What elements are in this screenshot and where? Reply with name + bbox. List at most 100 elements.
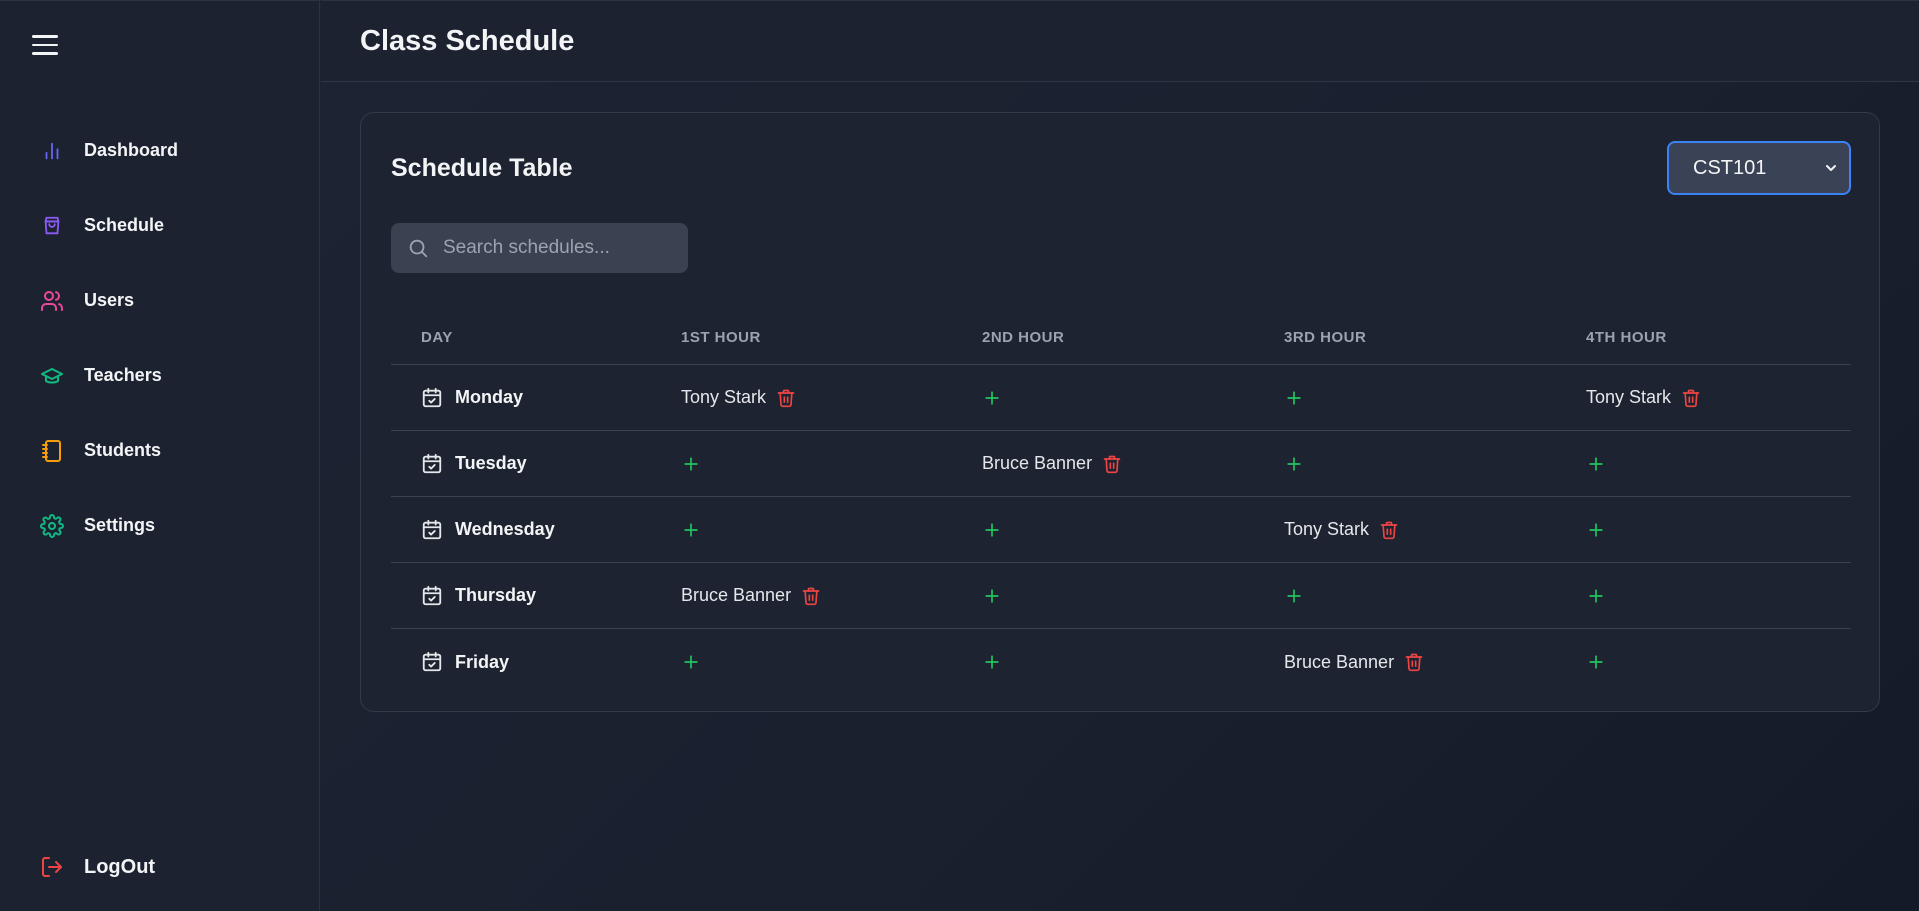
plus-icon[interactable] bbox=[1284, 454, 1304, 474]
table-row: Friday Bruce Banner bbox=[391, 629, 1851, 695]
slot-cell bbox=[681, 454, 982, 474]
column-header-hour-4: 4TH HOUR bbox=[1586, 329, 1667, 346]
sidebar-item-schedule[interactable]: Schedule bbox=[0, 188, 320, 263]
sidebar-item-students[interactable]: Students bbox=[0, 413, 320, 488]
logout-label: LogOut bbox=[84, 855, 156, 878]
plus-icon[interactable] bbox=[681, 520, 701, 540]
sidebar-item-label: Teachers bbox=[84, 365, 162, 385]
trash-icon[interactable] bbox=[776, 388, 796, 408]
table-row: Thursday Bruce Banner bbox=[391, 563, 1851, 629]
day-cell: Friday bbox=[391, 651, 681, 673]
logout-icon bbox=[40, 855, 64, 879]
column-header-day: DAY bbox=[421, 329, 453, 346]
table-header: DAY 1ST HOUR 2ND HOUR 3RD HOUR 4TH HOUR bbox=[391, 311, 1851, 365]
trash-icon[interactable] bbox=[1102, 454, 1122, 474]
teacher-name: Tony Stark bbox=[681, 387, 767, 407]
slot-cell bbox=[681, 520, 982, 540]
schedule-card: Schedule Table CST101 DAY 1ST HOUR 2ND H… bbox=[360, 112, 1880, 712]
teacher-name: Bruce Banner bbox=[681, 585, 792, 605]
plus-icon[interactable] bbox=[982, 586, 1002, 606]
teacher-name: Bruce Banner bbox=[982, 453, 1093, 473]
sidebar-nav: Dashboard Schedule Users Teachers Studen… bbox=[0, 113, 320, 563]
day-label: Tuesday bbox=[455, 453, 527, 473]
slot-cell bbox=[982, 388, 1284, 408]
slot-cell: Tony Stark bbox=[681, 387, 982, 408]
calendar-check-icon bbox=[421, 387, 443, 409]
day-cell: Monday bbox=[391, 387, 681, 409]
search-box bbox=[391, 223, 688, 273]
sidebar-item-dashboard[interactable]: Dashboard bbox=[0, 113, 320, 188]
chevron-down-icon bbox=[1823, 160, 1839, 181]
teacher-name: Tony Stark bbox=[1284, 519, 1370, 539]
slot-cell bbox=[1586, 586, 1851, 606]
slot-cell bbox=[681, 652, 982, 672]
column-header-hour-3: 3RD HOUR bbox=[1284, 329, 1367, 346]
plus-icon[interactable] bbox=[1586, 520, 1606, 540]
class-select[interactable]: CST101 bbox=[1667, 141, 1851, 195]
logout-button[interactable]: LogOut bbox=[40, 855, 155, 879]
slot-cell: Tony Stark bbox=[1284, 519, 1586, 540]
plus-icon[interactable] bbox=[681, 652, 701, 672]
slot-cell: Bruce Banner bbox=[681, 585, 982, 606]
shopping-bag-icon bbox=[40, 214, 64, 238]
trash-icon[interactable] bbox=[1681, 388, 1701, 408]
table-row: Wednesday Tony Stark bbox=[391, 497, 1851, 563]
slot-cell: Tony Stark bbox=[1586, 387, 1851, 408]
calendar-check-icon bbox=[421, 585, 443, 607]
slot-cell bbox=[982, 652, 1284, 672]
trash-icon[interactable] bbox=[1404, 652, 1424, 672]
teacher-name: Tony Stark bbox=[1586, 387, 1672, 407]
sidebar-item-label: Settings bbox=[84, 515, 156, 535]
plus-icon[interactable] bbox=[982, 652, 1002, 672]
menu-icon[interactable] bbox=[32, 35, 58, 57]
slot-cell bbox=[1284, 586, 1586, 606]
graduation-cap-icon bbox=[40, 364, 64, 388]
slot-cell bbox=[1586, 652, 1851, 672]
day-cell: Thursday bbox=[391, 585, 681, 607]
slot-cell bbox=[1284, 388, 1586, 408]
day-label: Friday bbox=[455, 651, 510, 672]
schedule-table: DAY 1ST HOUR 2ND HOUR 3RD HOUR 4TH HOUR … bbox=[391, 311, 1851, 695]
slot-cell: Bruce Banner bbox=[982, 453, 1284, 474]
search-icon bbox=[407, 237, 429, 259]
trash-icon[interactable] bbox=[801, 586, 821, 606]
day-label: Monday bbox=[455, 387, 524, 407]
plus-icon[interactable] bbox=[982, 388, 1002, 408]
sidebar-item-label: Users bbox=[84, 290, 135, 310]
sidebar: Dashboard Schedule Users Teachers Studen… bbox=[0, 0, 320, 911]
sidebar-item-users[interactable]: Users bbox=[0, 263, 320, 338]
trash-icon[interactable] bbox=[1379, 520, 1399, 540]
search-input[interactable] bbox=[443, 237, 673, 259]
plus-icon[interactable] bbox=[1586, 652, 1606, 672]
column-header-hour-1: 1ST HOUR bbox=[681, 329, 761, 346]
slot-cell: Bruce Banner bbox=[1284, 652, 1586, 673]
sidebar-item-label: Schedule bbox=[84, 215, 165, 235]
sidebar-item-settings[interactable]: Settings bbox=[0, 488, 320, 563]
slot-cell bbox=[1586, 520, 1851, 540]
plus-icon[interactable] bbox=[982, 520, 1002, 540]
sidebar-item-teachers[interactable]: Teachers bbox=[0, 338, 320, 413]
day-label: Wednesday bbox=[455, 519, 555, 539]
card-title: Schedule Table bbox=[391, 154, 573, 182]
plus-icon[interactable] bbox=[1586, 586, 1606, 606]
plus-icon[interactable] bbox=[1586, 454, 1606, 474]
calendar-check-icon bbox=[421, 651, 443, 673]
calendar-check-icon bbox=[421, 519, 443, 541]
column-header-hour-2: 2ND HOUR bbox=[982, 329, 1065, 346]
table-row: Tuesday Bruce Banner bbox=[391, 431, 1851, 497]
table-row: Monday Tony Stark Tony Stark bbox=[391, 365, 1851, 431]
top-header: Class Schedule bbox=[321, 0, 1919, 82]
table-body: Monday Tony Stark Tony Stark Tuesday Bruce B… bbox=[391, 365, 1851, 695]
plus-icon[interactable] bbox=[681, 454, 701, 474]
calendar-check-icon bbox=[421, 453, 443, 475]
page-title: Class Schedule bbox=[360, 25, 575, 57]
slot-cell bbox=[982, 586, 1284, 606]
plus-icon[interactable] bbox=[1284, 388, 1304, 408]
bar-chart-icon bbox=[40, 139, 64, 163]
plus-icon[interactable] bbox=[1284, 586, 1304, 606]
gear-icon bbox=[40, 513, 64, 538]
sidebar-item-label: Students bbox=[84, 440, 162, 460]
sidebar-item-label: Dashboard bbox=[84, 140, 179, 160]
day-cell: Wednesday bbox=[391, 519, 681, 541]
slot-cell bbox=[1586, 454, 1851, 474]
